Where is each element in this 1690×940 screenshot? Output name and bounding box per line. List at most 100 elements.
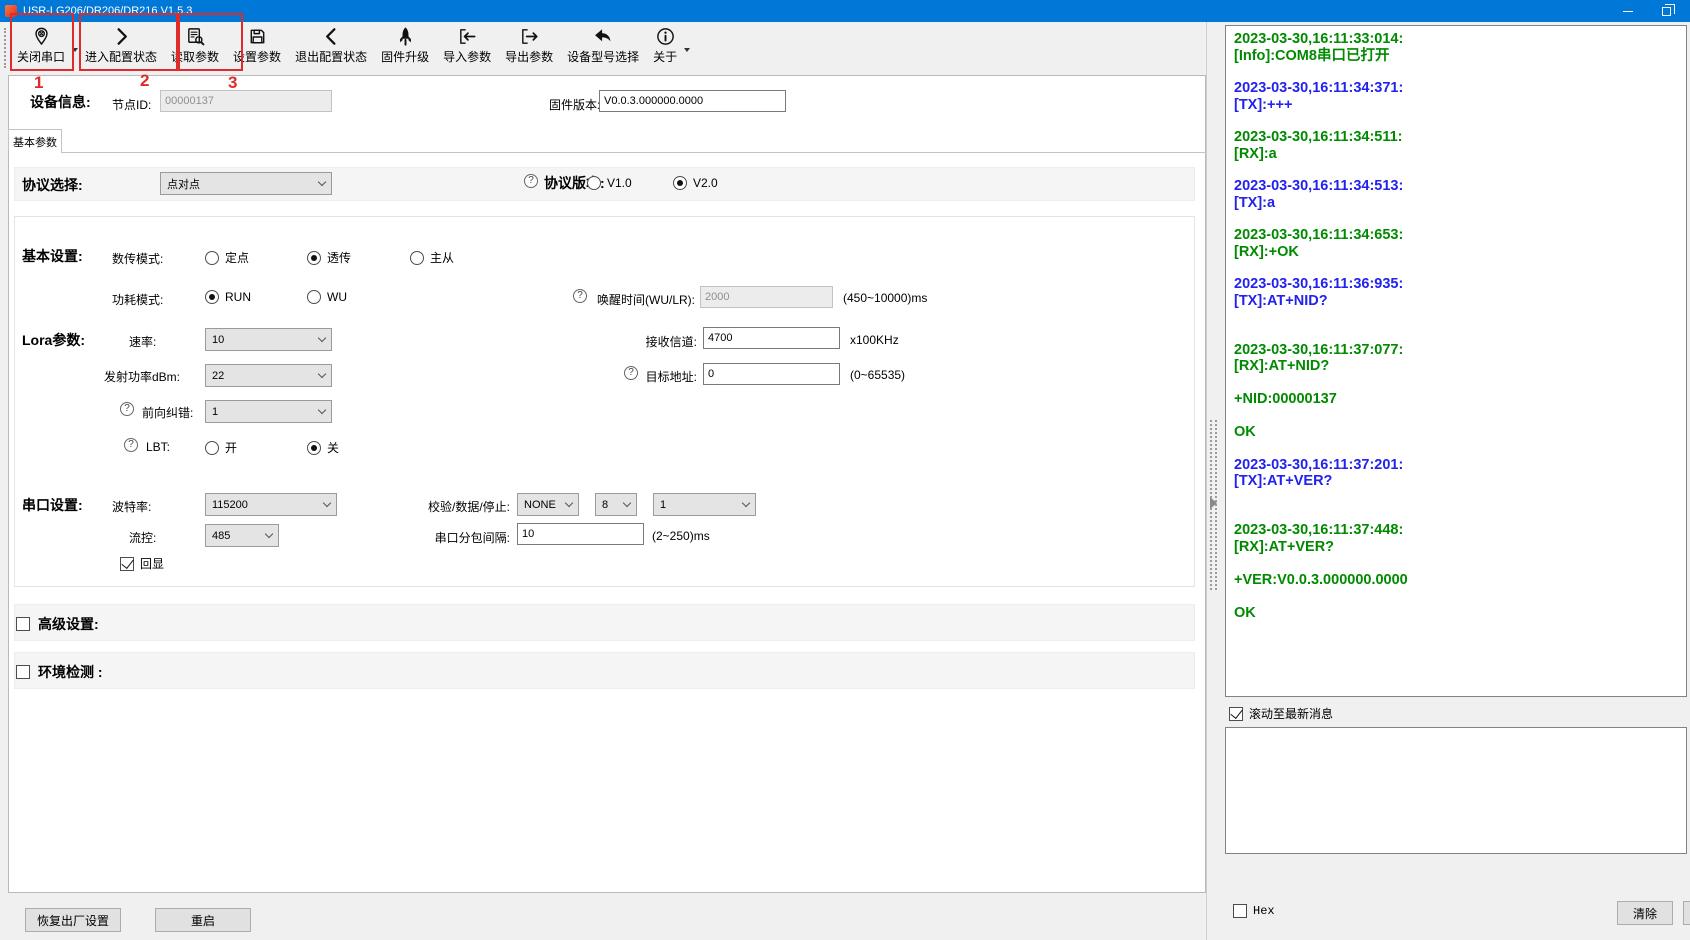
basic-settings-label: 基本设置: (22, 246, 83, 266)
baud-rate-label: 波特率: (112, 498, 151, 515)
toolbar-button-export-params[interactable]: 导出参数 (498, 22, 560, 67)
radio-icon (205, 251, 219, 265)
data-mode-label: 数传模式: (112, 250, 163, 267)
fec-help-icon[interactable]: ? (120, 402, 134, 416)
toolbar-button-label: 固件升级 (381, 48, 429, 65)
restart-button[interactable]: 重启 (155, 908, 251, 932)
checkbox-icon (16, 617, 30, 631)
power-mode-run-radio[interactable]: RUN (205, 290, 251, 304)
power-mode-wu-radio[interactable]: WU (307, 290, 347, 304)
data-mode-fixed-radio[interactable]: 定点 (205, 249, 249, 266)
protocol-select[interactable]: 点对点 (160, 172, 332, 195)
checkbox-icon (1229, 707, 1243, 721)
packet-interval-field[interactable] (517, 523, 644, 545)
radio-icon (410, 251, 424, 265)
annotation-box-1 (10, 13, 74, 71)
rate-select[interactable]: 10 (205, 328, 332, 351)
toolbar-grip[interactable] (4, 28, 7, 68)
protocol-version-help-icon[interactable]: ? (524, 174, 538, 188)
data-mode-transparent-radio[interactable]: 透传 (307, 249, 351, 266)
about-icon (655, 26, 676, 47)
log-line (1234, 408, 1678, 425)
tx-power-select[interactable]: 22 (205, 364, 332, 387)
checkbox-icon (120, 557, 134, 571)
radio-icon (307, 251, 321, 265)
stop-bits-select[interactable]: 1 (653, 493, 756, 516)
protocol-v2-radio[interactable]: V2.0 (673, 176, 718, 190)
clear-button[interactable]: 清除 (1617, 901, 1673, 925)
log-line: [RX]:+OK (1234, 244, 1678, 261)
log-line: [TX]:a (1234, 195, 1678, 212)
tx-power-label: 发射功率dBm: (104, 368, 180, 385)
rx-channel-field[interactable] (703, 327, 840, 349)
advanced-section-bar (14, 604, 1195, 641)
annotation-number-2: 2 (140, 71, 149, 91)
firmware-version-label: 固件版本: (549, 96, 600, 113)
toolbar-button-about[interactable]: 关于 (646, 22, 684, 67)
protocol-v1-radio[interactable]: V1.0 (587, 176, 632, 190)
baud-rate-select[interactable]: 115200 (205, 493, 337, 516)
log-entry: 2023-03-30,16:11:34:513:[TX]:a (1234, 178, 1678, 211)
chevron-down-icon (265, 530, 273, 538)
flow-control-select[interactable]: 485 (205, 524, 279, 547)
data-bits-select[interactable]: 8 (595, 493, 637, 516)
chevron-down-icon (318, 406, 326, 414)
chevron-down-icon (323, 499, 331, 507)
send-input[interactable] (1225, 727, 1687, 854)
lbt-on-radio[interactable]: 开 (205, 439, 237, 456)
panel-splitter[interactable] (1206, 22, 1219, 940)
set-params-icon (247, 26, 268, 47)
send-button[interactable]: 发送 (1683, 901, 1690, 925)
rate-label: 速率: (129, 333, 156, 350)
lbt-off-radio[interactable]: 关 (307, 439, 339, 456)
annotation-number-3: 3 (228, 73, 237, 93)
minimize-button[interactable] (1612, 0, 1644, 22)
hex-checkbox[interactable]: Hex (1233, 904, 1275, 918)
log-output[interactable]: 2023-03-30,16:11:33:014:[Info]:COM8串口已打开… (1225, 25, 1687, 697)
log-line: [RX]:AT+NID? (1234, 358, 1678, 375)
exit-config-mode-icon (321, 26, 342, 47)
restore-button[interactable] (1650, 0, 1682, 22)
data-mode-master-slave-radio[interactable]: 主从 (410, 249, 454, 266)
target-address-field[interactable] (703, 363, 840, 385)
wake-time-range: (450~10000)ms (843, 291, 927, 305)
chevron-down-icon (318, 370, 326, 378)
lbt-help-icon[interactable]: ? (124, 438, 138, 452)
log-timestamp: 2023-03-30,16:11:37:201: (1234, 457, 1678, 474)
radio-icon (205, 290, 219, 304)
toolbar-button-firmware-upgrade[interactable]: 固件升级 (374, 22, 436, 67)
node-id-field[interactable] (160, 90, 332, 112)
radio-icon (307, 441, 321, 455)
node-id-label: 节点ID: (112, 96, 151, 113)
wake-time-field[interactable] (700, 286, 833, 308)
log-line: [TX]:AT+NID? (1234, 293, 1678, 310)
environment-check-checkbox[interactable]: 环境检测 : (16, 662, 103, 682)
device-info-label: 设备信息: (30, 92, 91, 112)
splitter-collapse-arrow-icon[interactable] (1210, 497, 1217, 509)
scroll-to-latest-checkbox[interactable]: 滚动至最新消息 (1229, 705, 1333, 722)
fec-select[interactable]: 1 (205, 400, 332, 423)
log-line: [RX]:AT+VER? (1234, 539, 1678, 556)
log-timestamp: 2023-03-30,16:11:34:371: (1234, 80, 1678, 97)
fec-label: 前向纠错: (142, 404, 193, 421)
toolbar-button-exit-config-mode[interactable]: 退出配置状态 (288, 22, 374, 67)
parity-select[interactable]: NONE (517, 493, 579, 516)
toolbar-button-import-params[interactable]: 导入参数 (436, 22, 498, 67)
target-address-help-icon[interactable]: ? (624, 366, 638, 380)
restore-icon (1662, 7, 1671, 16)
log-line: [TX]:AT+VER? (1234, 473, 1678, 490)
rx-channel-unit: x100KHz (850, 333, 899, 347)
firmware-version-field[interactable] (599, 90, 786, 112)
echo-checkbox[interactable]: 回显 (120, 555, 164, 572)
target-address-label: 目标地址: (643, 368, 697, 385)
factory-reset-button[interactable]: 恢复出厂设置 (25, 908, 121, 932)
tab-basic-params[interactable]: 基本参数 (8, 129, 62, 153)
log-line (1234, 588, 1678, 605)
app-window: { "window": { "title": "USR-LG206/DR206/… (0, 0, 1690, 940)
advanced-settings-checkbox[interactable]: 高级设置: (16, 614, 99, 634)
toolbar-overflow-caret-icon[interactable] (684, 48, 690, 52)
tab-strip (8, 152, 1206, 153)
toolbar-button-device-model-select[interactable]: 设备型号选择 (560, 22, 646, 67)
log-timestamp: 2023-03-30,16:11:37:077: (1234, 342, 1678, 359)
flow-control-label: 流控: (129, 529, 156, 546)
